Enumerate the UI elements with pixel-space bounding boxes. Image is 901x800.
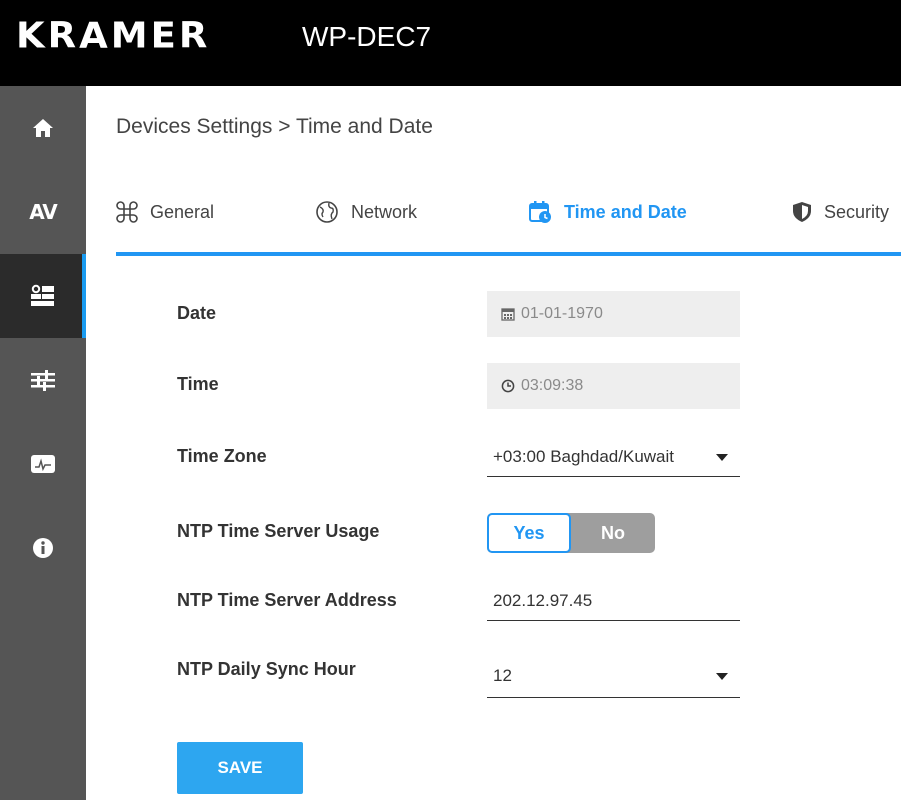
timezone-value: +03:00 Baghdad/Kuwait — [493, 446, 675, 466]
chevron-down-icon — [716, 454, 728, 461]
device-name: WP-DEC7 — [302, 21, 432, 52]
tab-security[interactable]: Security — [792, 190, 889, 234]
time-field: 03:09:38 — [487, 363, 740, 409]
ntp-sync-hour-value: 12 — [493, 665, 512, 685]
tab-label: General — [150, 201, 215, 222]
tab-time-and-date[interactable]: Time and Date — [528, 190, 687, 234]
sidebar-item-device-settings[interactable] — [0, 254, 86, 338]
tab-label: Time and Date — [564, 201, 687, 222]
ntp-address-input[interactable]: 202.12.97.45 — [487, 581, 740, 621]
av-icon: AV — [29, 200, 58, 224]
ntp-address-value: 202.12.97.45 — [493, 590, 593, 610]
tab-general[interactable]: General — [116, 190, 214, 234]
tab-label: Network — [351, 201, 418, 222]
calendar-icon — [501, 307, 515, 321]
date-value: 01-01-1970 — [521, 305, 603, 322]
sliders-icon — [30, 368, 56, 392]
tab-network[interactable]: Network — [315, 190, 417, 234]
device-settings-icon — [30, 284, 56, 308]
date-label: Date — [177, 303, 217, 323]
time-label: Time — [177, 374, 219, 394]
shield-icon — [792, 201, 812, 223]
command-icon — [116, 201, 138, 223]
chevron-down-icon — [716, 673, 728, 680]
timezone-select[interactable]: +03:00 Baghdad/Kuwait — [487, 437, 740, 477]
ntp-no-button[interactable]: No — [571, 513, 655, 553]
save-button[interactable]: SAVE — [177, 742, 303, 794]
sidebar-item-av[interactable]: AV — [0, 170, 86, 254]
calendar-clock-icon — [528, 200, 552, 224]
sidebar: AV — [0, 86, 86, 800]
timezone-label: Time Zone — [177, 446, 267, 466]
sidebar-item-diagnostics[interactable] — [0, 422, 86, 506]
home-icon — [32, 118, 54, 138]
date-field: 01-01-1970 — [487, 291, 740, 337]
sidebar-item-settings[interactable] — [0, 338, 86, 422]
globe-icon — [315, 200, 339, 224]
sidebar-item-info[interactable] — [0, 506, 86, 590]
time-value: 03:09:38 — [521, 377, 584, 394]
ntp-yes-button[interactable]: Yes — [487, 513, 571, 553]
diagnostics-icon — [30, 454, 56, 474]
ntp-usage-toggle: Yes No — [487, 513, 655, 553]
kramer-logo: KRAMER — [16, 15, 211, 56]
ntp-sync-hour-select[interactable]: 12 — [487, 654, 740, 698]
tab-label: Security — [824, 201, 890, 222]
info-icon — [32, 537, 54, 559]
ntp-usage-label: NTP Time Server Usage — [177, 521, 380, 541]
clock-icon — [501, 379, 515, 393]
ntp-sync-hour-label: NTP Daily Sync Hour — [177, 659, 356, 679]
breadcrumb: Devices Settings > Time and Date — [116, 115, 433, 138]
sidebar-item-home[interactable] — [0, 86, 86, 170]
settings-tabs: General Network Time and Date Security — [116, 190, 901, 256]
ntp-address-label: NTP Time Server Address — [177, 590, 397, 610]
header-bar: KRAMER WP-DEC7 — [0, 0, 901, 86]
